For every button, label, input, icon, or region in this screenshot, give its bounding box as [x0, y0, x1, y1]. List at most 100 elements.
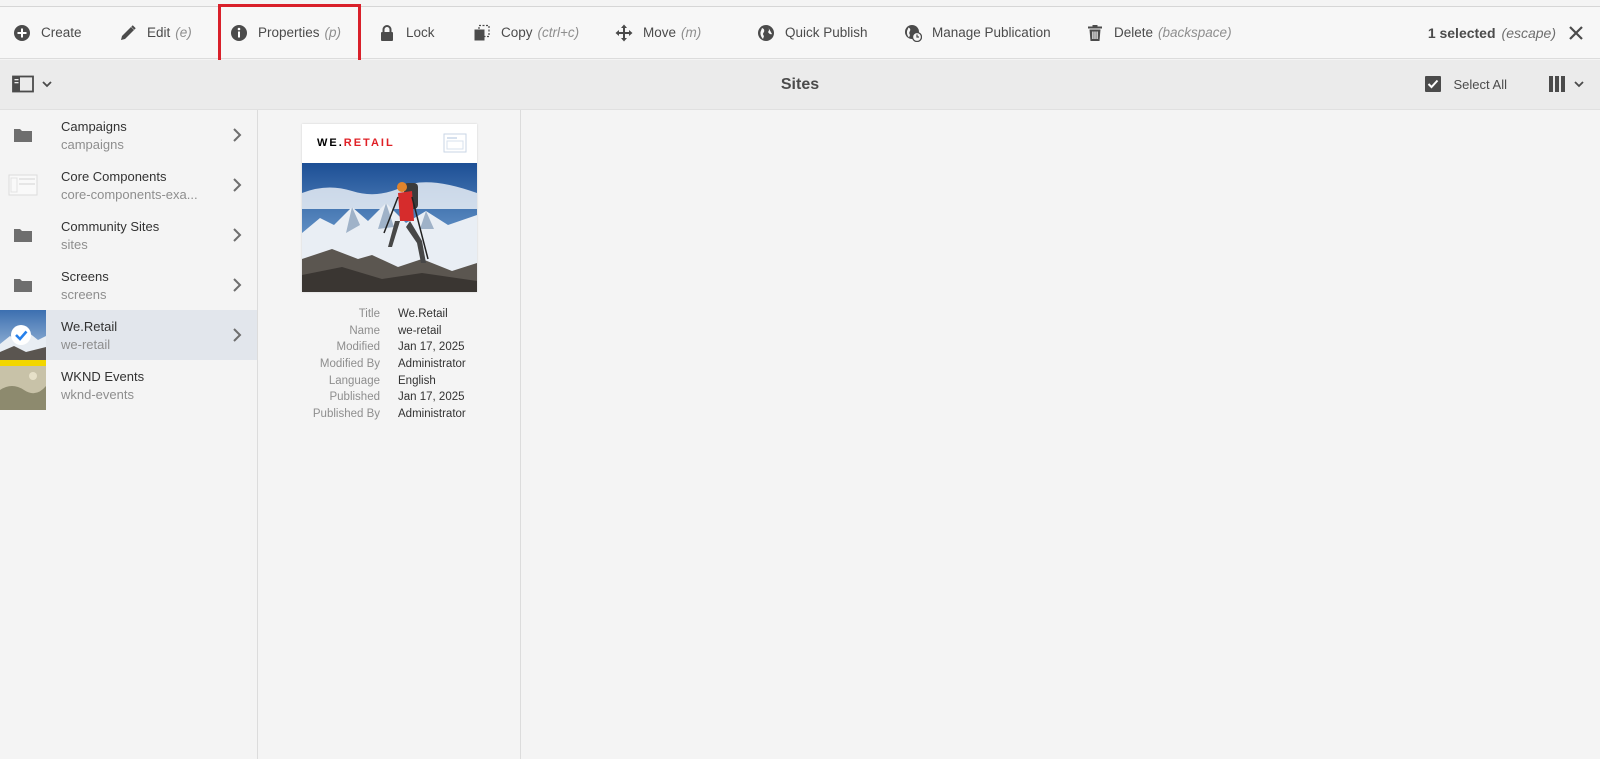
item-title: Campaigns	[61, 119, 127, 134]
select-all-button[interactable]: Select All	[1424, 75, 1507, 93]
list-item-core-components[interactable]: Core Components core-components-exa...	[0, 160, 257, 210]
page-title: Sites	[780, 76, 820, 93]
meta-row-name: Name we-retail	[259, 323, 521, 340]
copy-label: Copy	[501, 25, 533, 40]
edit-button[interactable]: Edit (e)	[119, 7, 192, 58]
meta-value: we-retail	[398, 324, 442, 337]
item-name: campaigns	[61, 137, 124, 152]
chevron-right-icon[interactable]	[230, 327, 244, 343]
action-bar: Create Edit (e) Properties (p) Lock Copy…	[0, 6, 1600, 59]
meta-key: Published By	[312, 408, 380, 421]
copy-icon	[473, 24, 491, 42]
copy-shortcut: (ctrl+c)	[537, 25, 580, 40]
manage-publication-label: Manage Publication	[932, 25, 1051, 40]
item-title: Screens	[61, 269, 109, 284]
meta-key: Modified	[336, 341, 380, 354]
item-title: We.Retail	[61, 319, 118, 334]
lock-label: Lock	[406, 25, 435, 40]
plus-circle-icon	[13, 24, 31, 42]
folder-icon	[0, 260, 46, 310]
folder-icon	[0, 110, 46, 160]
selection-count-label: 1 selected	[1427, 24, 1496, 41]
quick-publish-label: Quick Publish	[785, 25, 868, 40]
header-bar: Sites Select All	[0, 60, 1600, 110]
edit-label: Edit	[147, 25, 171, 40]
move-button[interactable]: Move (m)	[615, 7, 701, 58]
preview-column: WE.RETAIL Title We.Retail Name we-retail…	[259, 110, 521, 759]
meta-value: Administrator	[398, 358, 466, 371]
chevron-right-icon[interactable]	[230, 127, 244, 143]
pencil-icon	[119, 24, 137, 42]
item-title: Core Components	[61, 169, 167, 184]
select-all-label: Select All	[1453, 76, 1507, 92]
view-switcher-button[interactable]	[1548, 75, 1586, 93]
meta-row-language: Language English	[259, 373, 521, 390]
chevron-right-icon[interactable]	[230, 277, 244, 293]
meta-row-published-by: Published By Administrator	[259, 406, 521, 423]
hiker-mountain-image	[302, 163, 477, 292]
page-template-icon	[443, 133, 467, 153]
we-retail-logo: WE.RETAIL	[317, 137, 395, 149]
meta-row-title: Title We.Retail	[259, 306, 521, 323]
checkbox-checked-icon	[1424, 76, 1441, 92]
properties-shortcut: (p)	[324, 25, 342, 40]
lock-icon	[378, 24, 396, 42]
meta-value: Administrator	[398, 408, 466, 421]
close-icon	[1569, 26, 1583, 40]
meta-key: Published	[329, 391, 380, 404]
delete-label: Delete	[1114, 25, 1154, 40]
close-selection-button[interactable]	[1566, 23, 1586, 43]
meta-row-modified-by: Modified By Administrator	[259, 356, 521, 373]
move-shortcut: (m)	[681, 25, 702, 40]
list-item-we-retail[interactable]: We.Retail we-retail	[0, 310, 257, 360]
site-preview-card[interactable]: WE.RETAIL	[302, 124, 477, 292]
chevron-down-icon	[1574, 81, 1584, 88]
selection-escape-hint: (escape)	[1501, 24, 1556, 41]
edit-shortcut: (e)	[175, 25, 192, 40]
manage-publication-button[interactable]: Manage Publication	[904, 7, 1051, 58]
delete-shortcut: (backspace)	[1158, 25, 1232, 40]
item-name: screens	[61, 287, 107, 302]
list-item-campaigns[interactable]: Campaigns campaigns	[0, 110, 257, 160]
meta-value: Jan 17, 2025	[398, 391, 465, 404]
site-thumbnail	[0, 360, 46, 410]
list-item-wknd-events[interactable]: WKND Events wknd-events	[0, 360, 257, 410]
lock-button[interactable]: Lock	[378, 7, 435, 58]
item-name: core-components-exa...	[61, 187, 198, 202]
create-label: Create	[41, 25, 82, 40]
properties-label: Properties	[258, 25, 320, 40]
move-icon	[615, 24, 633, 42]
chevron-right-icon[interactable]	[230, 177, 244, 193]
globe-clock-icon	[904, 24, 922, 42]
logo-part-we: WE.	[317, 137, 344, 149]
selection-count: 1 selected (escape)	[1428, 7, 1556, 58]
quick-publish-button[interactable]: Quick Publish	[757, 7, 868, 58]
create-button[interactable]: Create	[13, 7, 82, 58]
copy-button[interactable]: Copy (ctrl+c)	[473, 7, 579, 58]
item-title: WKND Events	[61, 369, 145, 384]
item-name: sites	[61, 237, 88, 252]
meta-key: Modified By	[319, 358, 380, 371]
meta-key: Title	[358, 308, 380, 320]
list-item-community-sites[interactable]: Community Sites sites	[0, 210, 257, 260]
we-retail-thumbnail	[0, 310, 46, 360]
item-name: we-retail	[61, 337, 111, 352]
list-item-screens[interactable]: Screens screens	[0, 260, 257, 310]
globe-icon	[757, 24, 775, 42]
meta-value: We.Retail	[398, 308, 448, 320]
item-title: Community Sites	[61, 219, 160, 234]
item-name: wknd-events	[61, 387, 134, 402]
chevron-right-icon[interactable]	[230, 227, 244, 243]
properties-button[interactable]: Properties (p)	[230, 7, 341, 58]
site-metadata: Title We.Retail Name we-retail Modified Jan…	[259, 306, 521, 423]
meta-row-published: Published Jan 17, 2025	[259, 389, 521, 406]
trash-icon	[1086, 24, 1104, 42]
meta-value: English	[398, 374, 436, 387]
meta-key: Language	[328, 374, 380, 387]
delete-button[interactable]: Delete (backspace)	[1086, 7, 1232, 58]
site-column: Campaigns campaigns Core Components core…	[0, 110, 258, 759]
meta-row-modified: Modified Jan 17, 2025	[259, 339, 521, 356]
info-icon	[230, 24, 248, 42]
logo-part-retail: RETAIL	[343, 137, 395, 149]
site-thumbnail	[0, 160, 46, 210]
